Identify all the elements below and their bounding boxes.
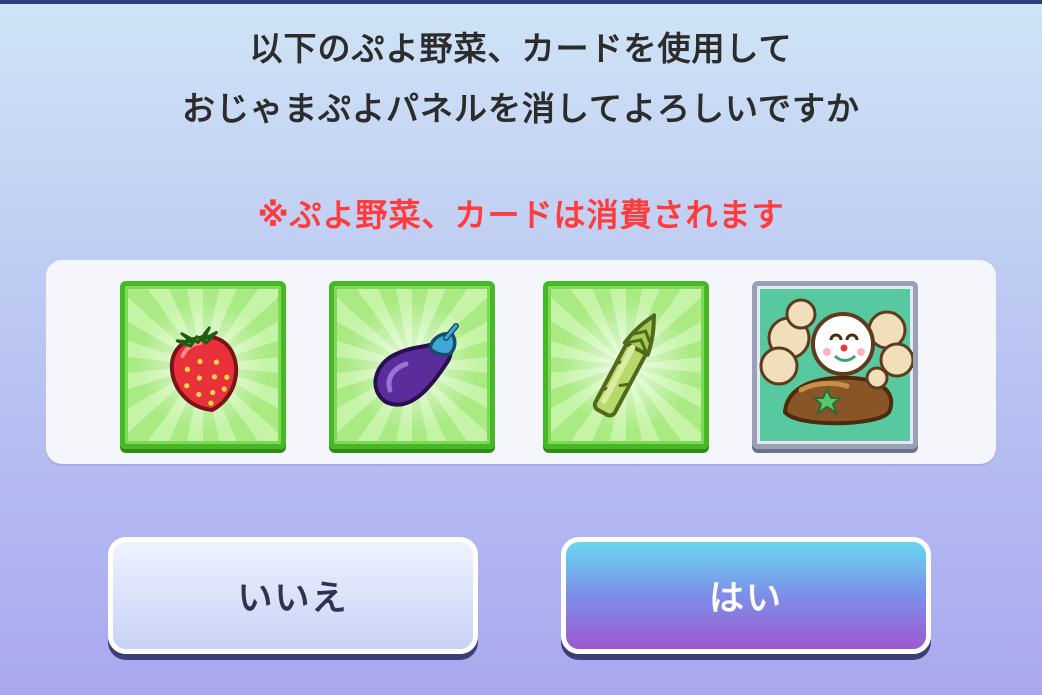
yes-button[interactable]: はい [561, 537, 931, 654]
no-button[interactable]: いいえ [108, 537, 478, 654]
eggplant-icon [373, 323, 459, 407]
dialog-message-line-1: 以下のぷよ野菜、カードを使用して [249, 29, 793, 68]
dialog-message-line-2: おじゃまぷよパネルを消してよろしいですか [181, 89, 861, 128]
consumption-warning: ※ぷよ野菜、カードは消費されます [257, 196, 785, 234]
strawberry-icon [169, 326, 239, 413]
item-slot-strawberry [120, 281, 286, 449]
item-slot-asparagus [543, 281, 709, 449]
item-slot-eggplant [329, 281, 495, 449]
window-top-edge [0, 0, 1042, 4]
asparagus-icon [592, 313, 657, 418]
item-slot-card [752, 281, 918, 449]
yes-button-label: はい [708, 579, 783, 619]
no-button-label: いいえ [237, 579, 349, 619]
character-card-icon [759, 289, 913, 441]
